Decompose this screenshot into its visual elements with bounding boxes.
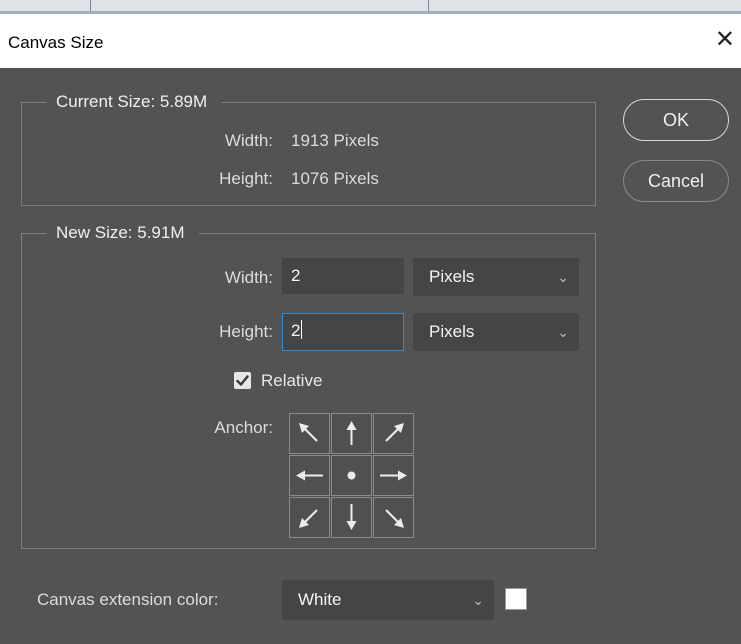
relative-checkbox[interactable] [234, 372, 251, 389]
arrow-left-icon [296, 470, 323, 481]
anchor-grid [289, 413, 414, 538]
ok-button[interactable]: OK [623, 99, 729, 141]
current-width-value: 1913 Pixels [291, 131, 379, 150]
height-input-value: 2 [291, 321, 301, 340]
anchor-top-center[interactable] [331, 413, 372, 454]
dialog-title: Canvas Size [8, 33, 104, 52]
new-size-legend: New Size: 5.91M [46, 223, 199, 243]
width-input-value: 2 [291, 266, 301, 285]
text-caret [301, 320, 303, 339]
anchor-top-left[interactable] [289, 413, 330, 454]
arrow-up-left-icon [299, 423, 318, 442]
arrow-up-right-icon [385, 423, 404, 442]
arrow-down-right-icon [385, 509, 404, 528]
close-icon[interactable]: ✕ [715, 27, 735, 51]
anchor-bottom-center[interactable] [331, 497, 372, 538]
anchor-center[interactable] [331, 455, 372, 496]
extension-color-swatch[interactable] [505, 588, 527, 610]
cancel-button[interactable]: Cancel [623, 160, 729, 202]
dialog-titlebar: Canvas Size ✕ [0, 14, 741, 68]
anchor-middle-right[interactable] [373, 455, 414, 496]
current-size-group: Current Size: 5.89M [21, 92, 596, 206]
width-unit-value: Pixels [429, 267, 475, 286]
arrow-down-icon [346, 504, 357, 530]
height-unit-select[interactable]: Pixels ⌄ [413, 313, 579, 351]
extension-color-value: White [298, 590, 342, 609]
arrow-right-icon [380, 470, 407, 481]
anchor-bottom-right[interactable] [373, 497, 414, 538]
arrow-down-left-icon [299, 509, 318, 528]
current-height-label: Height: [219, 169, 273, 188]
ruler [0, 0, 741, 14]
new-width-label: Width: [224, 268, 273, 287]
width-input[interactable]: 2 [282, 258, 404, 294]
height-unit-value: Pixels [429, 322, 475, 341]
new-height-label: Height: [219, 322, 273, 341]
extension-color-select[interactable]: White ⌄ [282, 580, 494, 620]
anchor-dot-icon [347, 471, 356, 480]
chevron-down-icon: ⌄ [557, 269, 569, 285]
current-height-value: 1076 Pixels [291, 169, 379, 188]
anchor-label: Anchor: [214, 418, 273, 437]
relative-label: Relative [261, 371, 323, 390]
arrow-up-icon [346, 421, 357, 445]
height-input[interactable]: 2 [282, 313, 404, 351]
current-width-label: Width: [224, 131, 273, 150]
anchor-bottom-left[interactable] [289, 497, 330, 538]
current-size-legend: Current Size: 5.89M [46, 92, 222, 112]
width-unit-select[interactable]: Pixels ⌄ [413, 258, 579, 296]
chevron-down-icon: ⌄ [472, 592, 484, 608]
anchor-top-right[interactable] [373, 413, 414, 454]
checkmark-icon [236, 375, 249, 386]
chevron-down-icon: ⌄ [557, 324, 569, 340]
anchor-middle-left[interactable] [289, 455, 330, 496]
extension-color-label: Canvas extension color: [37, 590, 219, 609]
